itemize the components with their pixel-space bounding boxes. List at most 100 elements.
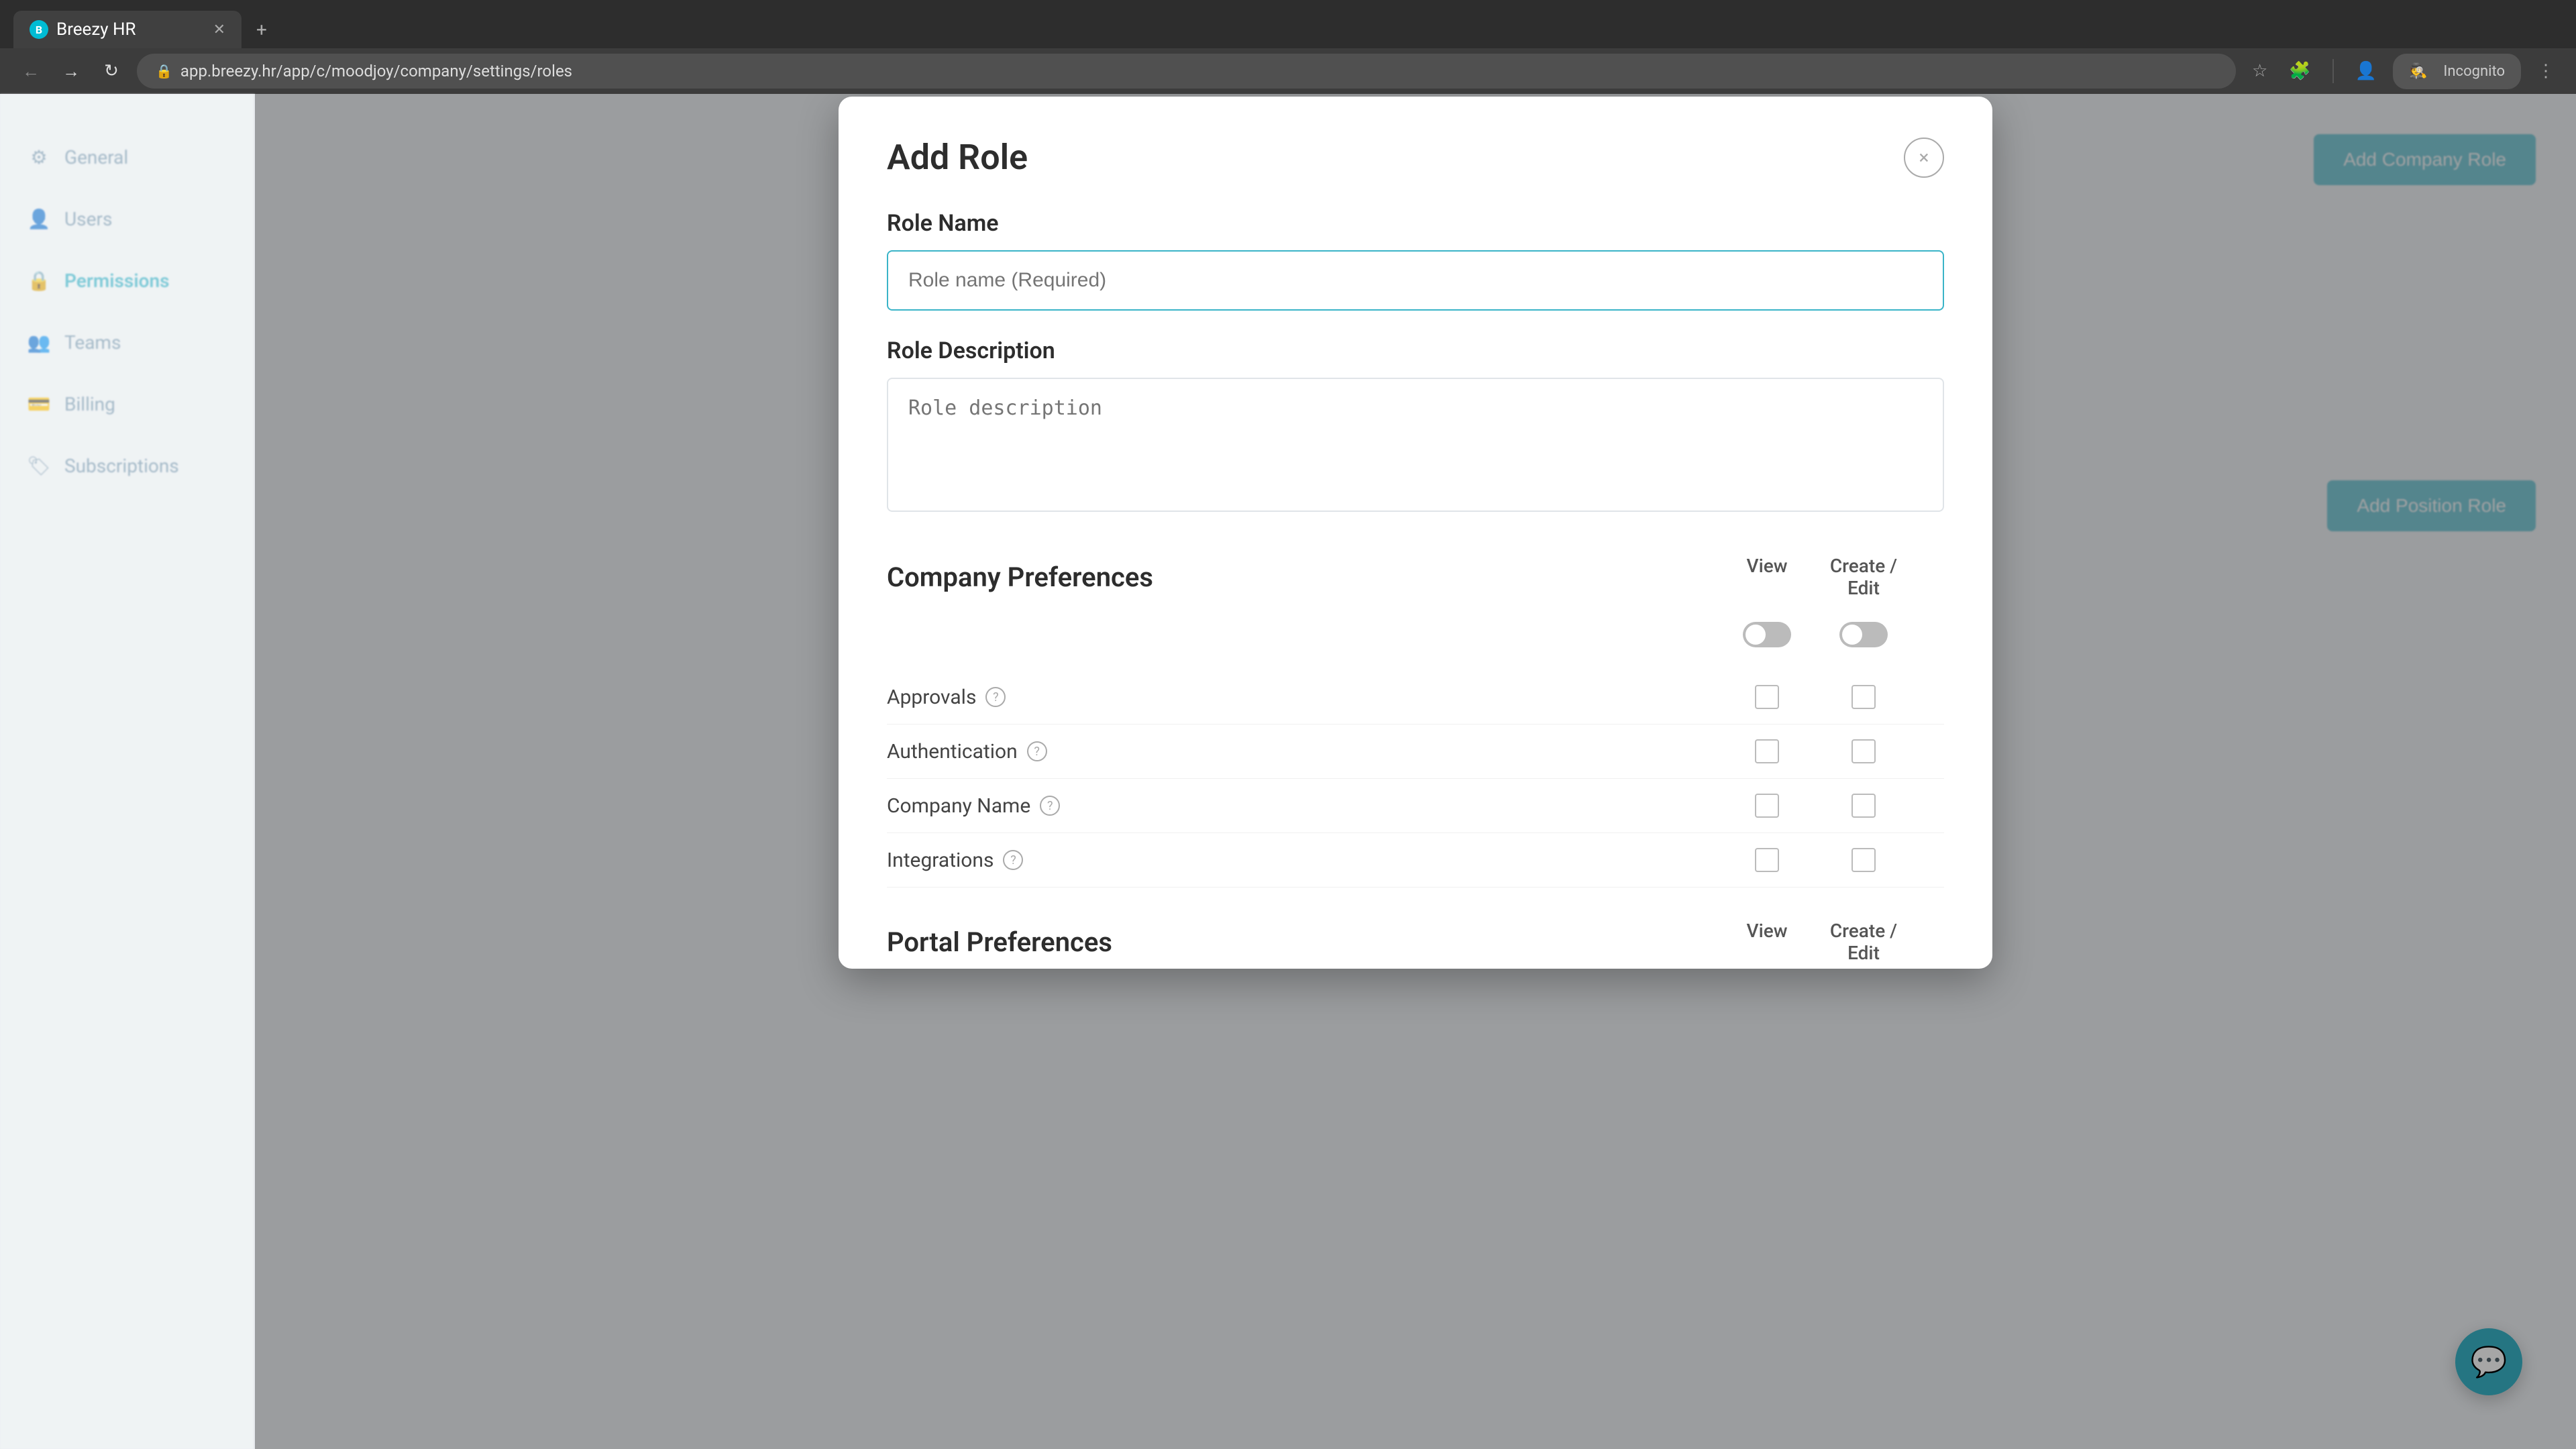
modal-header: Add Role ×	[887, 137, 1944, 178]
company-view-toggle-wrap	[1727, 622, 1807, 647]
sidebar-label-users: Users	[64, 208, 112, 230]
gear-icon: ⚙	[27, 145, 51, 169]
back-button[interactable]: ←	[16, 56, 46, 86]
user-icon: 👤	[27, 207, 51, 231]
company-create-edit-toggle-wrap	[1823, 622, 1904, 647]
portal-create-edit-column-header: Create / Edit	[1823, 920, 1904, 964]
authentication-view-checkbox-wrap	[1727, 739, 1807, 763]
company-name-edit-checkbox[interactable]	[1851, 794, 1876, 818]
active-tab[interactable]: B Breezy HR ✕	[13, 11, 241, 48]
sidebar-item-teams[interactable]: 👥 Teams	[0, 311, 254, 373]
company-view-toggle[interactable]	[1743, 622, 1791, 647]
new-tab-button[interactable]: +	[247, 15, 276, 44]
browser-tabs: B Breezy HR ✕ +	[0, 0, 2576, 48]
view-column-header: View	[1727, 555, 1807, 599]
authentication-label: Authentication ?	[887, 740, 1047, 763]
company-pref-toggles	[1727, 622, 1904, 647]
integrations-view-checkbox[interactable]	[1755, 848, 1779, 872]
company-name-row: Company Name ?	[887, 779, 1944, 833]
integrations-edit-checkbox[interactable]	[1851, 848, 1876, 872]
close-icon: ×	[1919, 146, 1929, 168]
url-text: app.breezy.hr/app/c/moodjoy/company/sett…	[180, 62, 572, 80]
extensions-icon[interactable]: 🧩	[2284, 56, 2316, 87]
authentication-edit-checkbox[interactable]	[1851, 739, 1876, 763]
company-name-edit-checkbox-wrap	[1823, 794, 1904, 818]
sidebar-item-permissions[interactable]: 🔒 Permissions	[0, 250, 254, 311]
company-create-edit-toggle-slider	[1839, 622, 1888, 647]
company-name-help-icon[interactable]: ?	[1040, 796, 1060, 816]
sidebar-item-subscriptions[interactable]: 🏷 Subscriptions	[0, 435, 254, 496]
lock-icon: 🔒	[156, 63, 172, 79]
sidebar-item-general[interactable]: ⚙ General	[0, 126, 254, 188]
authentication-row: Authentication ?	[887, 724, 1944, 779]
integrations-row: Integrations ?	[887, 833, 1944, 888]
portal-preferences-section: Portal Preferences View Create / Edit	[887, 920, 1944, 969]
refresh-button[interactable]: ↻	[97, 56, 126, 86]
approvals-edit-checkbox[interactable]	[1851, 685, 1876, 709]
sidebar-item-users[interactable]: 👤 Users	[0, 188, 254, 250]
incognito-icon: 🕵	[2404, 58, 2432, 85]
tab-close-button[interactable]: ✕	[213, 21, 225, 38]
company-preferences-header: Company Preferences View Create / Edit	[887, 555, 1944, 599]
approvals-help-icon[interactable]: ?	[985, 687, 1006, 707]
incognito-badge: 🕵 Incognito	[2393, 54, 2521, 89]
company-preferences-section: Company Preferences View Create / Edit	[887, 555, 1944, 888]
portal-view-column-header: View	[1727, 920, 1807, 964]
authentication-checkboxes	[1727, 739, 1904, 763]
address-bar[interactable]: 🔒 app.breezy.hr/app/c/moodjoy/company/se…	[137, 54, 2236, 89]
add-role-modal: Add Role × Role Name Role Description Co…	[839, 97, 1992, 969]
profile-icon[interactable]: 👤	[2350, 56, 2382, 87]
role-description-label: Role Description	[887, 337, 1944, 364]
portal-preferences-title: Portal Preferences	[887, 926, 1112, 958]
forward-button[interactable]: →	[56, 56, 86, 86]
company-pref-toggle-row	[887, 615, 1944, 654]
authentication-help-icon[interactable]: ?	[1027, 741, 1047, 761]
company-name-text: Company Name	[887, 794, 1030, 818]
approvals-row: Approvals ?	[887, 670, 1944, 724]
integrations-view-checkbox-wrap	[1727, 848, 1807, 872]
menu-icon[interactable]: ⋮	[2532, 56, 2560, 87]
company-create-edit-toggle[interactable]	[1839, 622, 1888, 647]
company-name-checkboxes	[1727, 794, 1904, 818]
approvals-label: Approvals ?	[887, 686, 1006, 709]
sidebar-label-permissions: Permissions	[64, 270, 169, 292]
lock-icon: 🔒	[27, 268, 51, 292]
integrations-help-icon[interactable]: ?	[1003, 850, 1023, 870]
create-edit-column-header: Create / Edit	[1823, 555, 1904, 599]
company-name-view-checkbox[interactable]	[1755, 794, 1779, 818]
tab-favicon: B	[30, 20, 48, 39]
approvals-view-checkbox[interactable]	[1755, 685, 1779, 709]
company-name-view-checkbox-wrap	[1727, 794, 1807, 818]
company-pref-column-headers: View Create / Edit	[1727, 555, 1904, 599]
sidebar-label-billing: Billing	[64, 393, 115, 415]
company-preferences-title: Company Preferences	[887, 561, 1153, 593]
role-description-input[interactable]	[887, 378, 1944, 512]
tag-icon: 🏷	[27, 453, 51, 478]
authentication-view-checkbox[interactable]	[1755, 739, 1779, 763]
browser-toolbar: ← → ↻ 🔒 app.breezy.hr/app/c/moodjoy/comp…	[0, 48, 2576, 94]
role-name-section: Role Name	[887, 210, 1944, 311]
modal-title: Add Role	[887, 137, 1028, 178]
approvals-checkboxes	[1727, 685, 1904, 709]
sidebar-label-teams: Teams	[64, 331, 121, 354]
approvals-text: Approvals	[887, 686, 976, 709]
company-name-label: Company Name ?	[887, 794, 1060, 818]
bookmark-icon[interactable]: ☆	[2247, 56, 2273, 87]
sidebar-item-billing[interactable]: 💳 Billing	[0, 373, 254, 435]
authentication-edit-checkbox-wrap	[1823, 739, 1904, 763]
main-content: Add Company Role Add Position Role Add R…	[255, 94, 2576, 1449]
company-view-toggle-slider	[1743, 622, 1791, 647]
sidebar-label-subscriptions: Subscriptions	[64, 455, 179, 477]
sidebar-label-general: General	[64, 146, 128, 168]
approvals-view-checkbox-wrap	[1727, 685, 1807, 709]
modal-close-button[interactable]: ×	[1904, 138, 1944, 178]
portal-pref-column-headers: View Create / Edit	[1727, 920, 1904, 964]
incognito-label: Incognito	[2438, 58, 2510, 85]
role-name-label: Role Name	[887, 210, 1944, 237]
role-name-input[interactable]	[887, 250, 1944, 311]
authentication-text: Authentication	[887, 740, 1018, 763]
integrations-text: Integrations	[887, 849, 994, 872]
sidebar: ⚙ General 👤 Users 🔒 Permissions 👥 Teams …	[0, 94, 255, 1449]
approvals-edit-checkbox-wrap	[1823, 685, 1904, 709]
toolbar-actions: ☆ 🧩 👤 🕵 Incognito ⋮	[2247, 54, 2560, 89]
